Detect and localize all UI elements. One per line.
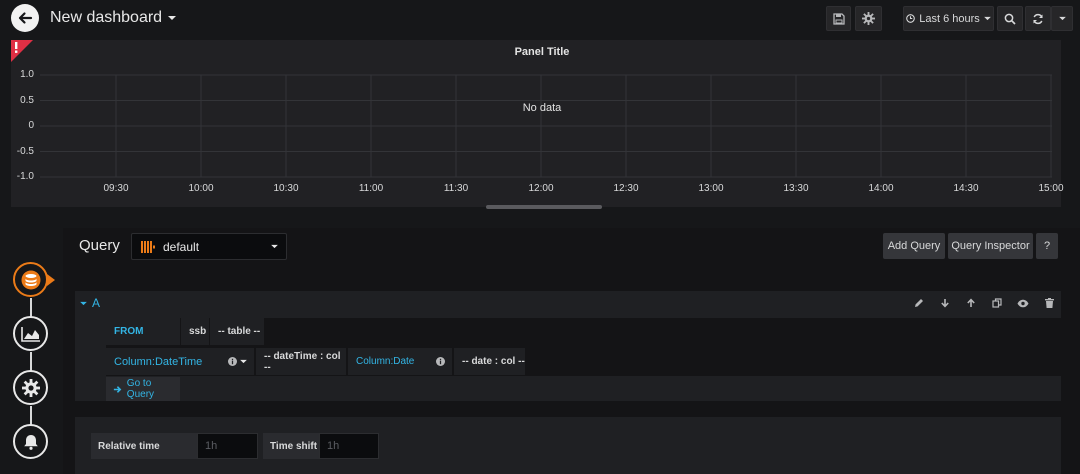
x-tick-label: 14:00	[868, 183, 894, 194]
rail-connector	[30, 406, 32, 426]
caret-down-icon	[271, 244, 278, 249]
relative-time-label: Relative time	[91, 433, 197, 459]
x-tick-label: 12:30	[613, 183, 639, 194]
database-icon	[21, 270, 40, 289]
query-row-toggle[interactable]: A	[80, 296, 100, 310]
datetime-column-select[interactable]: -- dateTime : col --	[256, 348, 346, 375]
datasource-name: default	[163, 239, 200, 254]
rail-connector	[30, 298, 32, 318]
x-tick-label: 12:00	[528, 183, 554, 194]
table-select[interactable]: -- table --	[210, 318, 264, 345]
alert-tab[interactable]	[13, 424, 48, 459]
date-type-label: Column:Date	[356, 356, 415, 367]
info-icon	[436, 357, 445, 366]
datetime-type-label: Column:DateTime	[114, 355, 203, 368]
caret-down-icon	[80, 301, 87, 305]
arrow-up-icon	[967, 298, 975, 307]
go-to-query-label: Go to Query	[126, 378, 155, 400]
move-down-button[interactable]	[938, 296, 952, 310]
query-inspector-button[interactable]: Query Inspector	[948, 233, 1033, 259]
toggle-visibility-button[interactable]	[1016, 296, 1030, 310]
caret-down-icon	[240, 359, 247, 364]
datasource-select[interactable]: default	[131, 233, 287, 260]
time-shift-input[interactable]	[319, 433, 379, 459]
x-tick-label: 13:00	[698, 183, 724, 194]
y-tick-label: 0	[28, 120, 34, 131]
query-heading: Query	[79, 237, 120, 254]
datetime-type-select[interactable]: Column:DateTime	[106, 348, 254, 375]
x-tick-label: 09:30	[103, 183, 129, 194]
y-tick-label: 0.5	[20, 94, 34, 106]
x-tick-label: 10:30	[273, 183, 299, 194]
time-shift-label: Time shift	[263, 433, 319, 459]
x-tick-label: 11:30	[443, 183, 469, 194]
date-type-select[interactable]: Column:Date	[348, 348, 452, 375]
trash-icon	[1044, 298, 1054, 308]
x-tick-label: 11:00	[358, 183, 384, 194]
visualization-tab[interactable]	[13, 316, 48, 351]
y-tick-label: -0.5	[16, 145, 34, 157]
relative-time-input[interactable]	[197, 433, 258, 459]
database-select[interactable]: ssb	[181, 318, 209, 345]
y-tick-label: -1.0	[16, 171, 34, 182]
pencil-icon	[915, 299, 923, 307]
query-row-name: A	[92, 296, 101, 310]
delete-query-button[interactable]	[1042, 296, 1056, 310]
add-query-button[interactable]: Add Query	[883, 233, 945, 259]
help-button[interactable]: ?	[1036, 233, 1058, 259]
copy-icon	[992, 298, 1002, 308]
x-tick-label: 15:00	[1038, 183, 1064, 194]
eye-icon	[1017, 299, 1029, 307]
queries-tab[interactable]	[13, 262, 48, 297]
x-tick-label: 13:30	[783, 183, 809, 194]
active-tab-pointer-icon	[47, 274, 55, 286]
x-tick-label: 10:00	[188, 183, 214, 194]
graph-grid	[40, 74, 1052, 178]
general-tab[interactable]	[13, 370, 48, 405]
datasource-logo-icon	[141, 240, 155, 253]
y-tick-label: 1.0	[20, 69, 34, 80]
area-chart-icon	[20, 326, 40, 342]
cog-icon	[21, 378, 40, 397]
no-data-message: No data	[522, 102, 562, 114]
date-column-select[interactable]: -- date : col --	[454, 348, 525, 375]
panel-resize-handle[interactable]	[486, 205, 602, 209]
go-to-query-button[interactable]: Go to Query	[106, 377, 180, 401]
duplicate-query-button[interactable]	[990, 296, 1004, 310]
info-icon	[228, 357, 237, 366]
x-tick-label: 14:30	[953, 183, 979, 194]
edit-query-button[interactable]	[912, 296, 926, 310]
arrow-right-icon	[113, 385, 122, 393]
bell-icon	[23, 434, 38, 450]
move-up-button[interactable]	[964, 296, 978, 310]
rail-connector	[30, 352, 32, 371]
from-keyword: FROM	[106, 318, 180, 345]
arrow-down-icon	[941, 299, 949, 308]
